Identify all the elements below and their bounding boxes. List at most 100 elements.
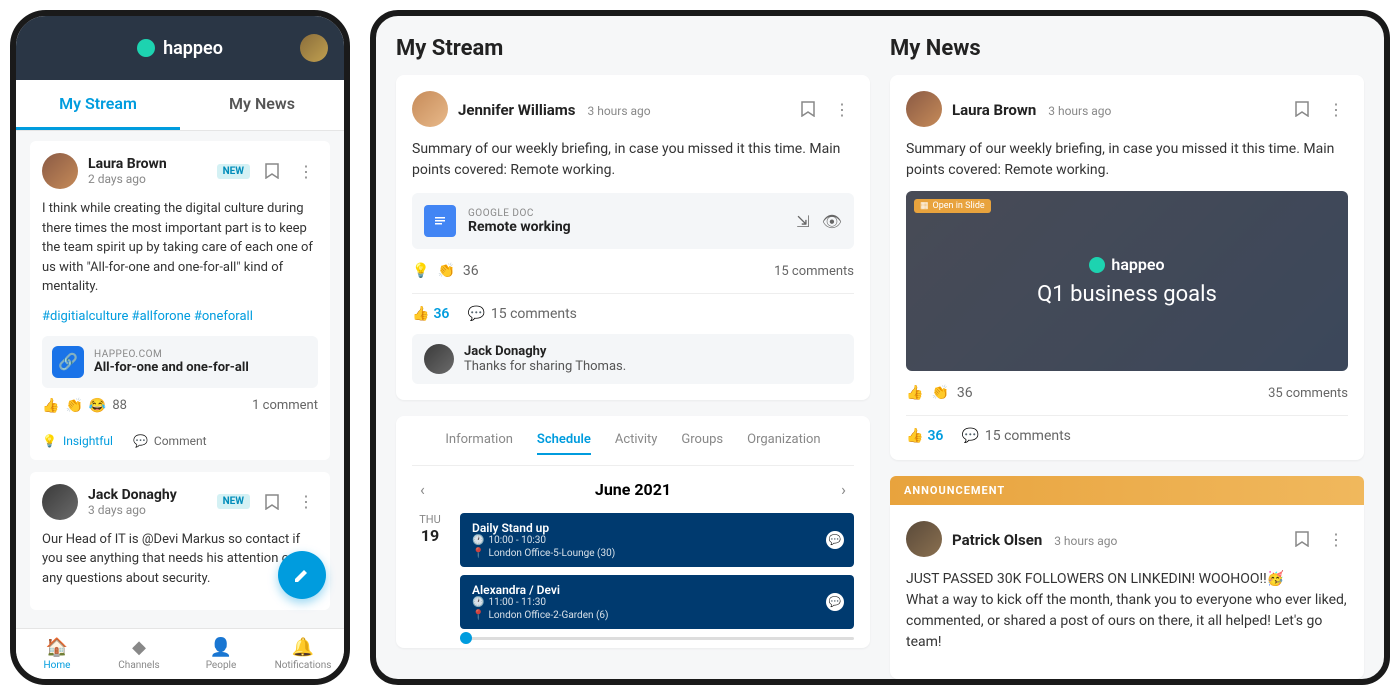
bell-icon: 🔔 [292, 637, 314, 658]
tab-my-stream[interactable]: My Stream [16, 80, 180, 130]
doc-title: Remote working [468, 219, 571, 235]
more-icon[interactable]: ⋮ [1324, 97, 1348, 121]
bookmark-icon[interactable] [1290, 527, 1314, 551]
calendar-day: THU 19 Daily Stand up 🕐10:00 - 10:30 📍Lo… [412, 513, 854, 640]
calendar-event[interactable]: Alexandra / Devi 🕐11:00 - 11:30 📍London … [460, 575, 854, 629]
logo: happeo [137, 38, 223, 59]
prev-month-icon[interactable]: ‹ [420, 480, 425, 499]
tab-organization[interactable]: Organization [747, 432, 820, 455]
time-slider[interactable] [460, 637, 854, 640]
post-author[interactable]: Jennifer Williams [458, 101, 576, 119]
more-icon[interactable]: ⋮ [294, 490, 318, 514]
reactions[interactable]: 👍 👏 36 35 comments [906, 385, 1348, 401]
more-icon[interactable]: ⋮ [1324, 527, 1348, 551]
brand-name: happeo [163, 38, 223, 59]
event-title: Alexandra / Devi [472, 583, 842, 597]
tab-information[interactable]: Information [445, 432, 513, 455]
pin-icon: 📍 [472, 548, 484, 559]
slider-thumb[interactable] [460, 632, 472, 644]
home-icon: 🏠 [46, 637, 68, 658]
comment-icon: 💬 [961, 428, 978, 444]
bookmark-icon[interactable] [260, 490, 284, 514]
comment-count[interactable]: 35 comments [1268, 386, 1348, 401]
clock-icon: 🕐 [472, 597, 484, 608]
comment-icon: 💬 [133, 434, 148, 448]
reactions[interactable]: 💡 👏 36 15 comments [412, 263, 854, 279]
hashtags[interactable]: #digitialculture #allforone #oneforall [42, 309, 318, 324]
link-domain: HAPPEO.COM [94, 349, 249, 360]
nav-home[interactable]: 🏠 Home [16, 637, 98, 671]
tab-groups[interactable]: Groups [681, 432, 723, 455]
comment: Jack Donaghy Thanks for sharing Thomas. [412, 334, 854, 384]
column-title: My News [890, 36, 1364, 61]
preview-icon[interactable]: 👁 [822, 212, 842, 231]
action-row: 💡 Insightful 💬 Comment [42, 426, 318, 448]
post-author[interactable]: Laura Brown [952, 101, 1036, 119]
calendar-event[interactable]: Daily Stand up 🕐10:00 - 10:30 📍London Of… [460, 513, 854, 567]
logo-icon [137, 39, 155, 57]
comment-count[interactable]: 1 comment [252, 398, 318, 413]
slide-badge[interactable]: ▦Open in Slide [914, 199, 991, 213]
reactions[interactable]: 👍 👏 😂 88 1 comment [42, 398, 318, 414]
comment-count[interactable]: 15 comments [774, 264, 854, 279]
commenter-name[interactable]: Jack Donaghy [464, 344, 626, 359]
bulb-icon: 💡 [412, 263, 429, 279]
open-icon[interactable]: ⇲ [796, 212, 809, 231]
thumbs-up-icon: 👍 [906, 385, 923, 401]
comment-icon: 💬 [467, 306, 484, 322]
avatar[interactable] [906, 91, 942, 127]
next-month-icon[interactable]: › [841, 480, 846, 499]
doc-attachment[interactable]: GOOGLE DOC Remote working ⇲ 👁 [412, 193, 854, 249]
new-badge: NEW [217, 164, 250, 179]
news-post: Laura Brown 3 hours ago ⋮ Summary of our… [890, 75, 1364, 460]
post-header: Laura Brown 3 hours ago ⋮ [906, 91, 1348, 127]
comments-button[interactable]: 💬 15 comments [467, 306, 576, 322]
tab-activity[interactable]: Activity [615, 432, 658, 455]
joy-icon: 😂 [89, 398, 106, 414]
announcement: ANNOUNCEMENT Patrick Olsen 3 hours ago ⋮… [890, 476, 1364, 685]
bookmark-icon[interactable] [260, 159, 284, 183]
avatar[interactable] [42, 484, 78, 520]
avatar[interactable] [424, 344, 454, 374]
link-card[interactable]: 🔗 HAPPEO.COM All-for-one and one-for-all [42, 336, 318, 388]
channels-icon: ◆ [132, 637, 146, 658]
tablet-view: My Stream Jennifer Williams 3 hours ago … [370, 10, 1390, 685]
tab-my-news[interactable]: My News [180, 80, 344, 130]
post: Laura Brown 2 days ago NEW ⋮ I think whi… [30, 141, 330, 460]
bottom-nav: 🏠 Home ◆ Channels 👤 People 🔔 Notificatio… [16, 628, 344, 679]
thumbs-up-icon: 👍 [42, 398, 59, 414]
media-title: Q1 business goals [1037, 282, 1217, 307]
more-icon[interactable]: ⋮ [830, 97, 854, 121]
reaction-count: 88 [112, 398, 127, 413]
like-button[interactable]: 👍 36 [906, 428, 943, 444]
chat-icon[interactable]: 💬 [826, 593, 844, 611]
bookmark-icon[interactable] [796, 97, 820, 121]
avatar[interactable] [906, 521, 942, 557]
more-icon[interactable]: ⋮ [294, 159, 318, 183]
chat-icon[interactable]: 💬 [826, 531, 844, 549]
avatar[interactable] [300, 34, 328, 62]
clap-icon: 👏 [65, 398, 82, 414]
nav-notifications[interactable]: 🔔 Notifications [262, 637, 344, 671]
calendar-month: June 2021 [595, 480, 671, 499]
card-actions: 👍 36 💬 15 comments [906, 415, 1348, 444]
bookmark-icon[interactable] [1290, 97, 1314, 121]
slide-preview[interactable]: ▦Open in Slide happeo Q1 business goals [906, 191, 1348, 371]
insightful-button[interactable]: 💡 Insightful [42, 434, 113, 448]
logo-icon [1089, 257, 1105, 273]
comments-button[interactable]: 💬 15 comments [961, 428, 1070, 444]
compose-button[interactable] [278, 551, 326, 599]
post-body: I think while creating the digital cultu… [42, 199, 318, 297]
nav-channels[interactable]: ◆ Channels [98, 637, 180, 671]
nav-people[interactable]: 👤 People [180, 637, 262, 671]
schedule-tabs: Information Schedule Activity Groups Org… [412, 432, 854, 466]
avatar[interactable] [42, 153, 78, 189]
comment-button[interactable]: 💬 Comment [133, 434, 207, 448]
tab-schedule[interactable]: Schedule [537, 432, 591, 455]
like-button[interactable]: 👍 36 [412, 306, 449, 322]
post-author[interactable]: Patrick Olsen [952, 531, 1042, 549]
post-body: Our Head of IT is @Devi Markus so contac… [42, 530, 318, 589]
avatar[interactable] [412, 91, 448, 127]
post-author[interactable]: Jack Donaghy [88, 487, 177, 503]
post-author[interactable]: Laura Brown [88, 156, 167, 172]
